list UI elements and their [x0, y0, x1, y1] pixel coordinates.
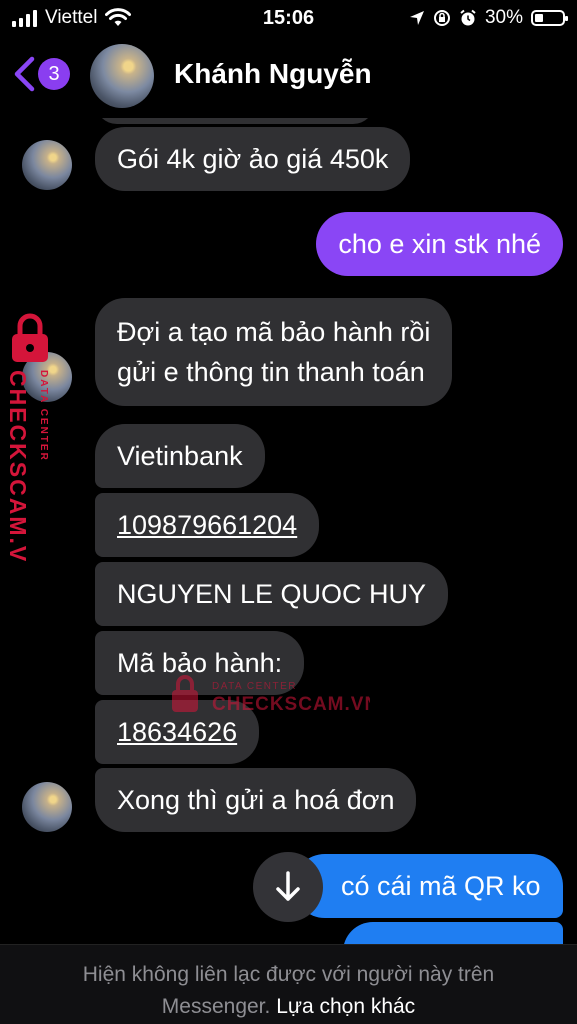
my-message-bubble[interactable]: có cái mã QR ko — [293, 854, 563, 918]
message-bubble[interactable]: Xong thì gửi a hoá đơn — [95, 768, 417, 832]
watermark-sub-text: DATA CENTER — [212, 681, 297, 692]
partial-message-bubble — [95, 118, 375, 124]
message-line: gửi e thông tin thanh toán — [117, 357, 425, 387]
other-options-link[interactable]: Lựa chọn khác — [276, 995, 415, 1018]
battery-percent: 30% — [484, 7, 523, 28]
scroll-to-bottom-button[interactable] — [253, 852, 323, 922]
my-message-bubble-partial — [343, 922, 563, 944]
conversation-header: 3 Khánh Nguyễn — [0, 38, 577, 118]
notice-text: Messenger. — [161, 995, 271, 1018]
status-right: 30% — [409, 7, 568, 29]
watermark-brand-text: CHECKSCAM.VN — [5, 370, 31, 562]
back-button[interactable]: 3 — [12, 56, 70, 92]
watermark-sub-text: DATA CENTER — [38, 370, 49, 462]
unread-count-badge: 3 — [38, 58, 70, 90]
message-list[interactable]: Gói 4k giờ ảo giá 450k cho e xin stk nhé… — [0, 118, 577, 944]
notice-line: Hiện không liên lạc được với người này t… — [82, 963, 495, 986]
battery-icon — [531, 10, 568, 26]
my-message-bubble[interactable]: cho e xin stk nhé — [316, 212, 563, 276]
warranty-code-link[interactable]: 18634626 — [117, 717, 237, 747]
alarm-icon — [460, 9, 476, 26]
watermark-checkscam-vertical: CHECKSCAM.VN DATA CENTER — [5, 313, 49, 562]
message-line: Đợi a tạo mã bảo hành rồi — [117, 317, 431, 347]
message-bubble[interactable]: Đợi a tạo mã bảo hành rồi gửi e thông ti… — [95, 298, 453, 406]
contact-avatar[interactable] — [90, 44, 154, 108]
contact-message-avatar — [22, 140, 72, 190]
message-bubble[interactable]: Gói 4k giờ ảo giá 450k — [95, 127, 411, 191]
chevron-left-icon — [14, 56, 35, 92]
message-bubble-account-number[interactable]: 109879661204 — [95, 493, 320, 557]
contact-name[interactable]: Khánh Nguyễn — [174, 58, 372, 90]
status-bar: Viettel 15:06 30% — [0, 0, 577, 38]
message-bubble[interactable]: Vietinbank — [95, 424, 265, 488]
rotation-lock-icon — [433, 10, 450, 26]
contact-message-avatar — [22, 782, 72, 832]
watermark-brand-text: CHECKSCAM.VN — [212, 694, 370, 715]
watermark-checkscam-center: DATA CENTER CHECKSCAM.VN — [172, 675, 370, 715]
message-bubble[interactable]: NGUYEN LE QUOC HUY — [95, 562, 449, 626]
unavailable-notice-bar: Hiện không liên lạc được với người này t… — [0, 944, 577, 1024]
location-arrow-icon — [409, 11, 424, 25]
account-number-link[interactable]: 109879661204 — [117, 510, 297, 540]
notice-line-2: Messenger. Lựa chọn khác — [0, 991, 577, 1023]
arrow-down-icon — [276, 871, 300, 901]
